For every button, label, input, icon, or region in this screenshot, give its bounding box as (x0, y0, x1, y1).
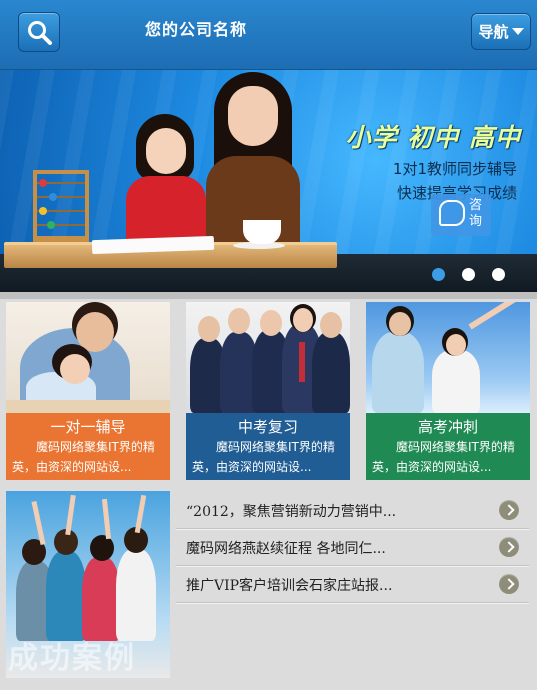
consult-label: 咨询 (469, 198, 483, 229)
header-bar: 您的公司名称 导航 (0, 0, 537, 70)
slider-dot-1[interactable] (432, 268, 445, 281)
news-item[interactable]: 魔码网络燕赵续征程 各地同仁... (176, 529, 529, 566)
chat-bubble-icon (439, 200, 465, 226)
slider-dot-3[interactable] (492, 268, 505, 281)
banner-line-1: 1对1教师同步辅导 (392, 160, 517, 178)
card-title: 中考复习 (237, 418, 298, 436)
card-title: 高考冲刺 (417, 418, 478, 436)
news-title: 魔码网络燕赵续征程 各地同仁... (186, 541, 386, 557)
news-title: 推广VIP客户培训会石家庄站报... (186, 578, 393, 594)
news-item[interactable]: 推广VIP客户培训会石家庄站报... (176, 566, 529, 603)
success-case-label: 成功案例 (8, 641, 136, 676)
card-tutoring[interactable]: 一对一辅导 魔码网络聚集IT界的精英，由资深的网站设... (6, 302, 170, 480)
site-title: 您的公司名称 (145, 20, 248, 39)
chevron-right-icon[interactable] (499, 500, 519, 520)
card-zhongkao[interactable]: 中考复习 魔码网络聚集IT界的精英，由资深的网站设... (186, 302, 350, 480)
abacus-illustration (33, 170, 89, 242)
success-case-image[interactable]: 成功案例 (6, 491, 170, 678)
consult-button[interactable]: 咨询 (431, 194, 491, 236)
card-desc: 魔码网络聚集IT界的精英，由资深的网站设... (372, 440, 515, 474)
search-icon (28, 21, 52, 45)
student-illustration (124, 114, 208, 242)
news-title: “2012，聚焦营销新动力营销中... (186, 504, 397, 520)
news-list: “2012，聚焦营销新动力营销中... 魔码网络燕赵续征程 各地同仁... 推广… (176, 492, 529, 603)
news-item[interactable]: “2012，聚焦营销新动力营销中... (176, 492, 529, 529)
card-desc: 魔码网络聚集IT界的精英，由资深的网站设... (12, 440, 155, 474)
nav-label: 导航 (478, 23, 509, 41)
chevron-right-icon[interactable] (499, 574, 519, 594)
divider-band (0, 292, 537, 299)
hero-banner[interactable]: 小学 初中 高中 1对1教师同步辅导 快速提高学习成绩 咨询 (0, 70, 537, 292)
banner-headline: 小学 初中 高中 (345, 123, 521, 152)
card-photo-tutoring (6, 302, 170, 413)
card-caption: 高考冲刺 魔码网络聚集IT界的精英，由资深的网站设... (366, 413, 530, 480)
chevron-right-icon[interactable] (499, 537, 519, 557)
card-photo-zhongkao (186, 302, 350, 413)
slider-dots (432, 268, 505, 281)
search-button[interactable] (18, 12, 60, 52)
card-desc: 魔码网络聚集IT界的精英，由资深的网站设... (192, 440, 335, 474)
cup-illustration (243, 220, 281, 244)
nav-button[interactable]: 导航 (471, 13, 531, 50)
card-title: 一对一辅导 (50, 418, 126, 436)
card-caption: 中考复习 魔码网络聚集IT界的精英，由资深的网站设... (186, 413, 350, 480)
card-photo-gaokao (366, 302, 530, 413)
caret-down-icon (511, 28, 524, 35)
slider-dot-2[interactable] (462, 268, 475, 281)
card-caption: 一对一辅导 魔码网络聚集IT界的精英，由资深的网站设... (6, 413, 170, 480)
card-gaokao[interactable]: 高考冲刺 魔码网络聚集IT界的精英，由资深的网站设... (366, 302, 530, 480)
